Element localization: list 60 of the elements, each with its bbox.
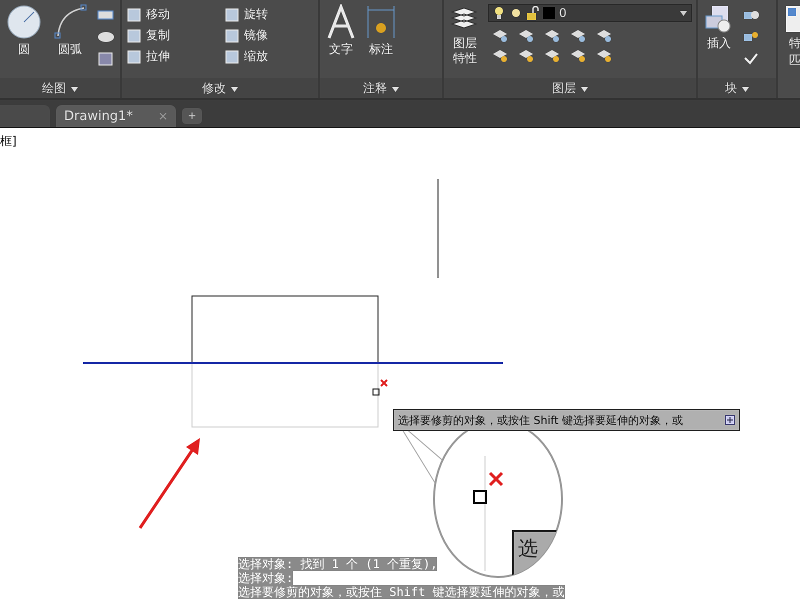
ribbon-button[interactable]: 圆 — [4, 4, 44, 78]
panel-title[interactable]: 绘图 — [42, 81, 66, 95]
rectangle-icon[interactable] — [96, 8, 116, 22]
panel-title[interactable]: 块 — [725, 81, 737, 95]
caret-icon[interactable] — [742, 87, 749, 92]
block-tool-icon[interactable] — [742, 30, 760, 44]
panel-title[interactable]: 修改 — [202, 81, 226, 95]
tool-icon — [224, 48, 240, 64]
tool-icon — [224, 28, 240, 44]
circle-icon — [6, 4, 42, 40]
tool-icon — [126, 28, 142, 44]
ribbon-tool[interactable]: 镜像 — [224, 27, 314, 44]
caret-icon[interactable] — [392, 87, 399, 92]
tool-icon — [126, 6, 142, 22]
ribbon-tool[interactable]: 旋转 — [224, 6, 314, 23]
ribbon-button[interactable]: 插入 — [702, 4, 736, 78]
arc-icon — [52, 4, 88, 40]
ribbon-tool[interactable]: 移动 — [126, 6, 216, 23]
color-swatch — [543, 7, 555, 19]
ellipse-icon[interactable] — [96, 30, 116, 44]
ribbon-button[interactable]: 标注 — [364, 4, 398, 78]
caret-icon[interactable] — [581, 87, 588, 92]
panel-title[interactable]: 图层 — [552, 81, 576, 95]
block-tool-icon[interactable] — [742, 8, 760, 22]
layer-tool-icon[interactable] — [596, 28, 612, 42]
layer-tool-icon[interactable] — [596, 48, 612, 62]
layer-tool-icon[interactable] — [518, 28, 534, 42]
caret-icon[interactable] — [680, 10, 687, 16]
layer-tool-icon[interactable] — [492, 48, 508, 62]
ribbon-tool[interactable]: 缩放 — [224, 48, 314, 65]
ribbon-button[interactable]: 圆弧 — [50, 4, 90, 78]
tooltip: 选择要修剪的对象，或按住 Shift 键选择要延伸的对象，或 — [393, 409, 740, 431]
new-tab-button[interactable]: + — [182, 108, 202, 124]
unlock-icon — [527, 6, 539, 20]
layer-tool-icon[interactable] — [492, 28, 508, 42]
document-tab[interactable]: Drawing1* × — [56, 105, 176, 127]
cross-mark-icon — [380, 379, 388, 387]
letter-a-icon — [326, 4, 356, 40]
panel-title[interactable]: 注释 — [363, 81, 387, 95]
ribbon-tool[interactable]: 复制 — [126, 27, 216, 44]
dimension-icon — [366, 4, 396, 40]
ribbon-button[interactable]: 图层特性 — [448, 4, 482, 78]
layer-tool-icon[interactable] — [570, 48, 586, 62]
layer-dropdown[interactable]: 0 — [488, 4, 692, 22]
expand-icon[interactable] — [725, 415, 735, 425]
tool-icon — [224, 6, 240, 22]
layer-tool-icon[interactable] — [544, 28, 560, 42]
caret-icon[interactable] — [71, 87, 78, 92]
caret-icon[interactable] — [231, 87, 238, 92]
magnified-text: 选 — [518, 535, 538, 562]
lightbulb-icon — [493, 6, 505, 20]
ribbon-button[interactable]: 文字 — [324, 4, 358, 78]
layer-tool-icon[interactable] — [570, 28, 586, 42]
check-icon[interactable] — [742, 52, 760, 66]
ribbon-tool[interactable]: 拉伸 — [126, 48, 216, 65]
layer-tool-icon[interactable] — [518, 48, 534, 62]
layer-tool-icon[interactable] — [544, 48, 560, 62]
command-prompt-text: 框] — [0, 133, 17, 150]
pickbox-cursor — [372, 388, 380, 396]
tool-icon — [126, 48, 142, 64]
